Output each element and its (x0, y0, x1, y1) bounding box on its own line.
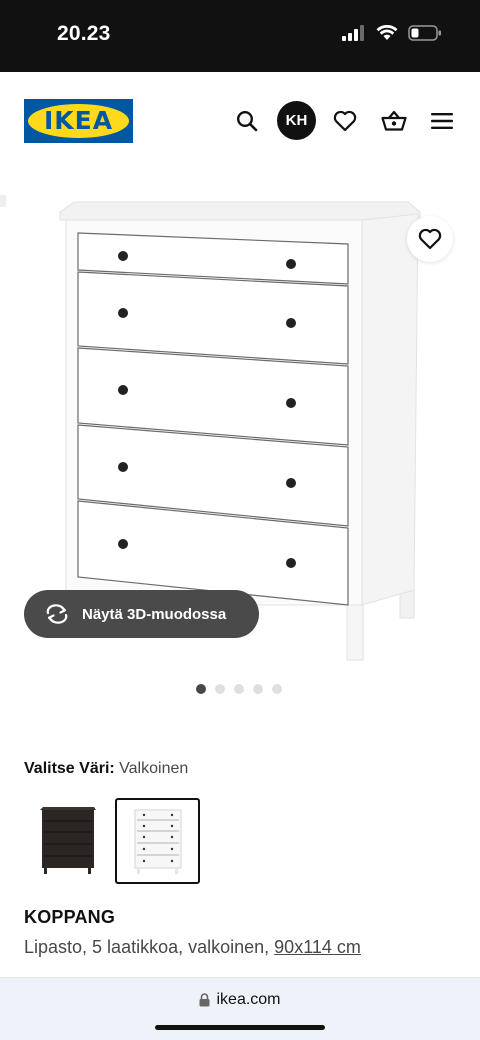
battery-icon (408, 25, 441, 41)
color-option-white[interactable] (115, 798, 200, 884)
gallery-dot[interactable] (215, 684, 225, 694)
view-3d-button[interactable]: Näytä 3D-muodossa (24, 590, 259, 638)
gallery-dot[interactable] (196, 684, 206, 694)
hamburger-menu-icon (431, 113, 453, 129)
color-option-black-brown[interactable] (26, 798, 111, 884)
status-time: 20.23 (57, 22, 111, 45)
product-description: Lipasto, 5 laatikkoa, valkoinen, 90x114 … (24, 937, 361, 958)
color-value: Valkoinen (119, 760, 189, 777)
account-avatar[interactable]: KH (277, 101, 316, 140)
product-description-text: Lipasto, 5 laatikkoa, valkoinen, (24, 937, 270, 957)
black-brown-dresser-thumbnail (40, 807, 96, 874)
search-icon (236, 110, 258, 132)
signal-icon (342, 25, 364, 41)
rotate-3d-icon (46, 604, 68, 624)
heart-icon (418, 228, 442, 250)
add-to-favorites-button[interactable] (407, 216, 453, 262)
status-bar: 20.23 (0, 0, 480, 72)
view-3d-label: Näytä 3D-muodossa (82, 605, 227, 623)
gallery-dot[interactable] (234, 684, 244, 694)
white-dresser-thumbnail (134, 809, 182, 874)
lock-icon (199, 993, 210, 1007)
home-indicator (155, 1025, 325, 1030)
color-label: Valitse Väri: (24, 760, 115, 777)
product-name: KOPPANG (24, 907, 116, 927)
gallery-dot[interactable] (253, 684, 263, 694)
color-selector-label: Valitse Väri: Valkoinen (24, 760, 188, 778)
gallery-pagination (196, 684, 282, 694)
site-header: IKEA KH (0, 72, 480, 172)
gallery-dot[interactable] (272, 684, 282, 694)
search-button[interactable] (227, 101, 267, 141)
heart-icon (333, 110, 357, 132)
logo-text: IKEA (43, 106, 114, 135)
url-text: ikea.com (216, 991, 281, 1008)
ikea-logo[interactable]: IKEA (24, 99, 133, 143)
url-display[interactable]: ikea.com (0, 991, 480, 1009)
menu-button[interactable] (422, 101, 462, 141)
browser-address-bar[interactable]: ikea.com (0, 977, 480, 1040)
wifi-icon (376, 25, 398, 40)
status-icons (342, 25, 442, 41)
favorites-button[interactable] (325, 101, 365, 141)
cart-button[interactable] (374, 101, 414, 141)
product-size-link[interactable]: 90x114 cm (274, 937, 361, 957)
basket-icon (381, 110, 407, 131)
